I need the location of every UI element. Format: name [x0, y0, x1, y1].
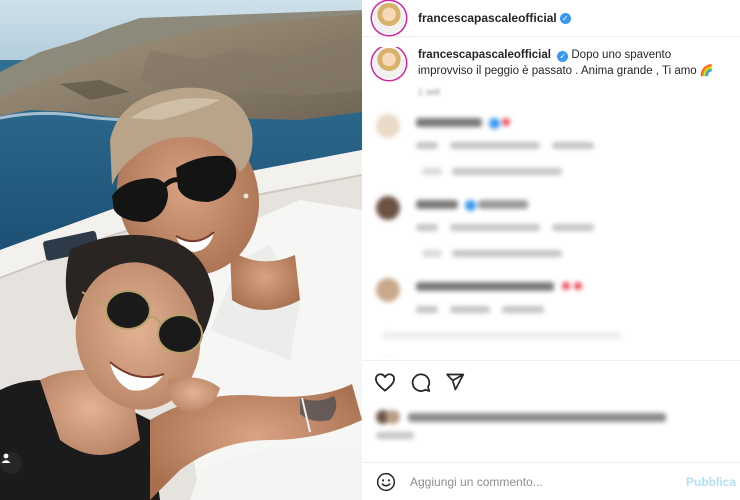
comment-item	[362, 192, 740, 274]
paper-plane-icon[interactable]	[445, 372, 465, 392]
comment-icon[interactable]	[410, 372, 431, 393]
publish-button[interactable]: Pubblica	[686, 475, 740, 489]
caption-verified-badge-icon: ✓	[557, 51, 569, 62]
post-photo[interactable]	[0, 0, 362, 500]
header-divider	[362, 36, 740, 37]
comment-blurred-content	[362, 356, 740, 357]
comment-input[interactable]	[410, 474, 700, 489]
caption-username[interactable]: francescapascaleofficial	[418, 49, 551, 61]
likes-blurred-content	[376, 408, 726, 442]
comment-blurred-content	[362, 192, 740, 274]
comment-item	[362, 356, 740, 357]
tag-user-icon[interactable]	[0, 452, 22, 474]
caption-body: francescapascaleofficial ✓ Dopo uno spav…	[418, 47, 728, 100]
heart-icon[interactable]	[374, 372, 396, 392]
post-header: francescapascaleofficial ✓	[362, 0, 740, 36]
emoji-smiley-icon[interactable]	[376, 472, 396, 492]
comments-section[interactable]: francescapascaleofficial ✓ Dopo uno spav…	[362, 47, 740, 357]
comment-blurred-content	[362, 110, 740, 192]
post-actions	[374, 368, 728, 396]
add-comment-row: Pubblica	[362, 463, 740, 500]
selfie-photo	[0, 0, 362, 500]
likes-summary	[376, 408, 726, 442]
verified-badge-icon: ✓	[559, 12, 571, 24]
post-panel: francescapascaleofficial ✓ francescapasc…	[362, 0, 740, 500]
comment-item	[362, 110, 740, 192]
comment-blurred-content	[362, 274, 740, 356]
actions-divider	[362, 360, 740, 361]
caption-time: 1 sett	[418, 87, 441, 97]
author-avatar[interactable]	[374, 3, 404, 33]
comment-item	[362, 274, 740, 356]
post-caption: francescapascaleofficial ✓ Dopo uno spav…	[362, 47, 740, 100]
caption-avatar[interactable]	[374, 48, 404, 78]
author-username[interactable]: francescapascaleofficial	[418, 11, 557, 25]
rainbow-emoji: 🌈	[699, 65, 714, 77]
